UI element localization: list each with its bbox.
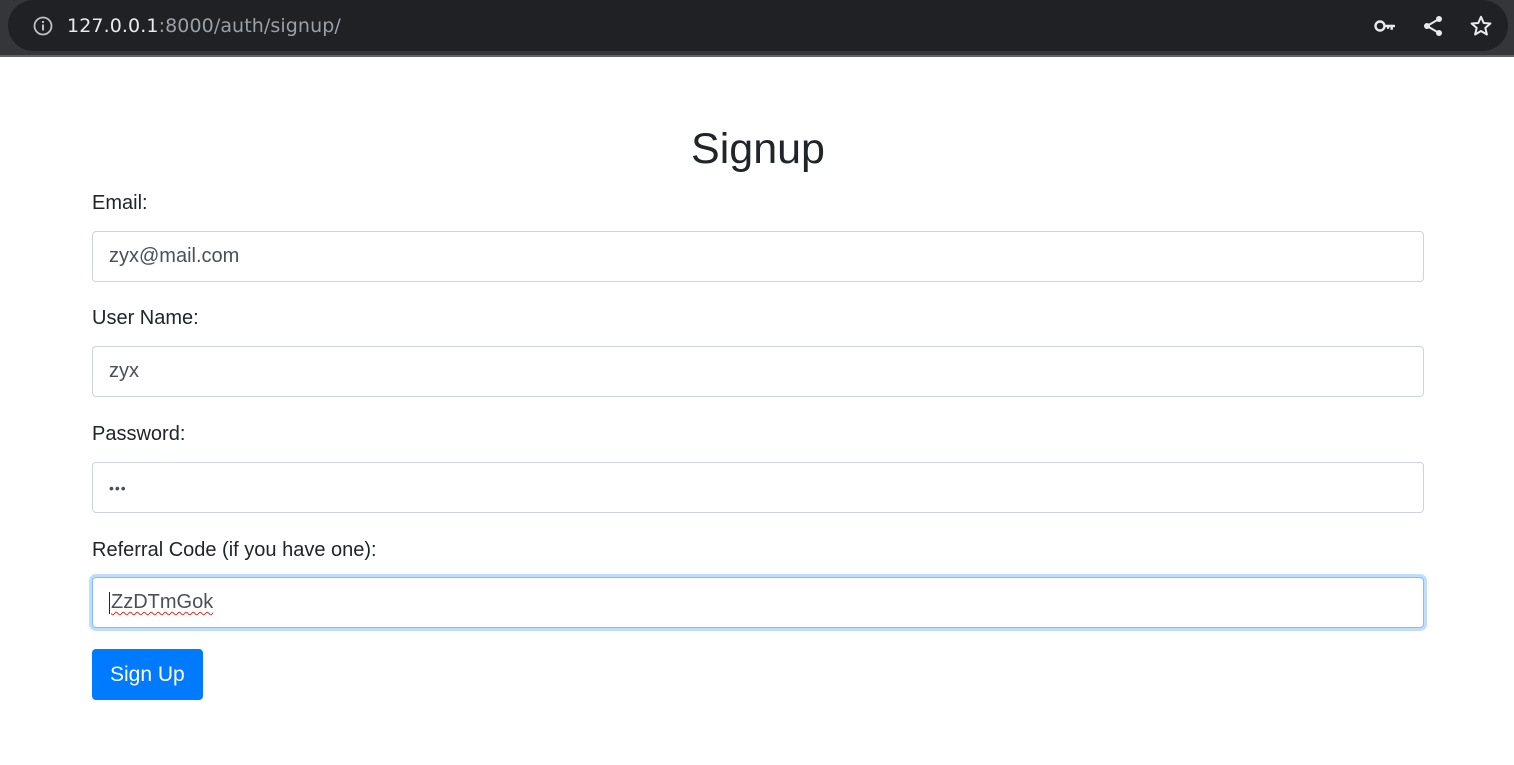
referral-code-field[interactable]: ZzDTmGok <box>92 577 1424 628</box>
url-path: :8000/auth/signup/ <box>158 15 341 37</box>
password-group: Password: ••• <box>92 422 1424 513</box>
username-field[interactable]: zyx <box>92 346 1424 397</box>
info-icon[interactable] <box>32 15 54 37</box>
sign-up-button[interactable]: Sign Up <box>92 649 203 700</box>
url-text[interactable]: 127.0.0.1:8000/auth/signup/ <box>67 13 341 39</box>
username-value: zyx <box>109 360 139 382</box>
username-group: User Name: zyx <box>92 306 1424 397</box>
referral-label: Referral Code (if you have one): <box>92 539 377 561</box>
star-icon[interactable] <box>1468 13 1494 39</box>
username-label: User Name: <box>92 307 199 329</box>
signup-form: Email: zyx@mail.com User Name: zyx Passw… <box>92 191 1424 700</box>
referral-group: Referral Code (if you have one): ZzDTmGo… <box>92 538 1424 628</box>
signup-form-container: Signup Email: zyx@mail.com User Name: zy… <box>92 59 1424 700</box>
text-caret <box>109 591 110 614</box>
share-icon[interactable] <box>1420 13 1446 39</box>
key-icon[interactable] <box>1372 13 1398 39</box>
browser-toolbar: 127.0.0.1:8000/auth/signup/ <box>0 0 1514 57</box>
email-field[interactable]: zyx@mail.com <box>92 231 1424 282</box>
password-value: ••• <box>109 479 127 496</box>
email-group: Email: zyx@mail.com <box>92 191 1424 282</box>
url-host: 127.0.0.1 <box>67 15 159 37</box>
address-bar[interactable]: 127.0.0.1:8000/auth/signup/ <box>8 0 1508 51</box>
email-label: Email: <box>92 192 148 214</box>
referral-value: ZzDTmGok <box>111 591 214 613</box>
password-field[interactable]: ••• <box>92 462 1424 513</box>
page-title: Signup <box>691 125 825 173</box>
email-value: zyx@mail.com <box>109 245 240 267</box>
password-label: Password: <box>92 423 186 445</box>
